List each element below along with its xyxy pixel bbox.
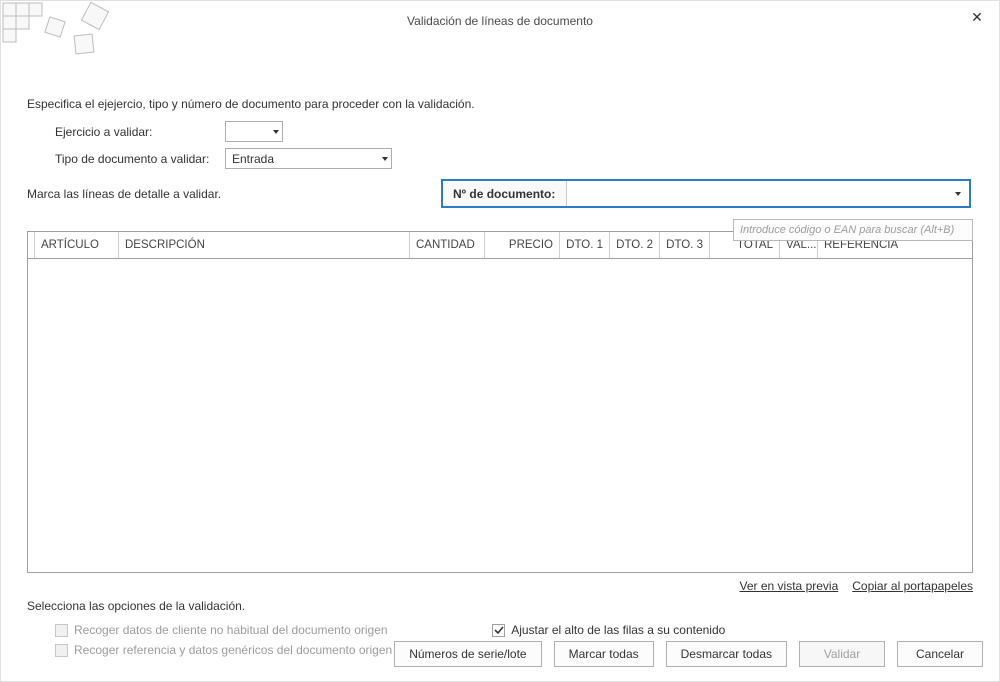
grid-body bbox=[28, 259, 972, 572]
search-placeholder: Introduce código o EAN para buscar (Alt+… bbox=[740, 224, 954, 236]
ndoc-label: Nº de documento: bbox=[443, 181, 567, 206]
tipodoc-dropdown[interactable]: Entrada bbox=[225, 148, 392, 169]
ejercicio-label: Ejercicio a validar: bbox=[55, 125, 225, 139]
chevron-down-icon bbox=[955, 192, 961, 196]
checkbox-icon bbox=[55, 624, 68, 637]
checkbox-icon bbox=[55, 644, 68, 657]
dialog-window: Validación de líneas de documento ✕ Espe… bbox=[0, 0, 1000, 682]
preview-link[interactable]: Ver en vista previa bbox=[740, 579, 839, 593]
instruction-specify: Especifica el ejejercio, tipo y número d… bbox=[27, 97, 973, 111]
ejercicio-dropdown[interactable] bbox=[225, 121, 283, 142]
copy-clipboard-link[interactable]: Copiar al portapapeles bbox=[852, 579, 973, 593]
col-checkbox[interactable] bbox=[28, 232, 35, 258]
chevron-down-icon bbox=[382, 157, 388, 161]
ndoc-dropdown[interactable] bbox=[567, 181, 969, 206]
mark-all-button[interactable]: Marcar todas bbox=[554, 641, 654, 667]
tipodoc-value: Entrada bbox=[232, 152, 274, 166]
col-descripcion[interactable]: DESCRIPCIÓN bbox=[119, 232, 410, 258]
cancel-button[interactable]: Cancelar bbox=[897, 641, 983, 667]
col-cantidad[interactable]: CANTIDAD bbox=[410, 232, 485, 258]
checkbox-checked-icon bbox=[492, 624, 505, 637]
serial-lot-button[interactable]: Números de serie/lote bbox=[394, 641, 541, 667]
chk-recoger-ref: Recoger referencia y datos genéricos del… bbox=[55, 643, 392, 657]
detail-grid[interactable]: ARTÍCULO DESCRIPCIÓN CANTIDAD PRECIO DTO… bbox=[27, 231, 973, 573]
chk-ajustar-alto[interactable]: Ajustar el alto de las filas a su conten… bbox=[492, 623, 725, 637]
col-precio[interactable]: PRECIO bbox=[485, 232, 560, 258]
chk-recoger-cliente: Recoger datos de cliente no habitual del… bbox=[55, 623, 392, 637]
document-number-group: Nº de documento: bbox=[441, 179, 971, 208]
col-dto3[interactable]: DTO. 3 bbox=[660, 232, 710, 258]
button-bar: Números de serie/lote Marcar todas Desma… bbox=[394, 641, 983, 667]
chevron-down-icon bbox=[273, 130, 279, 134]
search-input[interactable]: Introduce código o EAN para buscar (Alt+… bbox=[733, 219, 973, 241]
tipodoc-label: Tipo de documento a validar: bbox=[55, 152, 225, 166]
col-articulo[interactable]: ARTÍCULO bbox=[35, 232, 119, 258]
instruction-options: Selecciona las opciones de la validación… bbox=[27, 599, 973, 613]
close-icon[interactable]: ✕ bbox=[967, 7, 987, 27]
col-dto1[interactable]: DTO. 1 bbox=[560, 232, 610, 258]
titlebar: Validación de líneas de documento ✕ bbox=[1, 1, 999, 41]
col-dto2[interactable]: DTO. 2 bbox=[610, 232, 660, 258]
unmark-all-button[interactable]: Desmarcar todas bbox=[666, 641, 787, 667]
window-title: Validación de líneas de documento bbox=[13, 14, 987, 28]
validate-button[interactable]: Validar bbox=[799, 641, 885, 667]
